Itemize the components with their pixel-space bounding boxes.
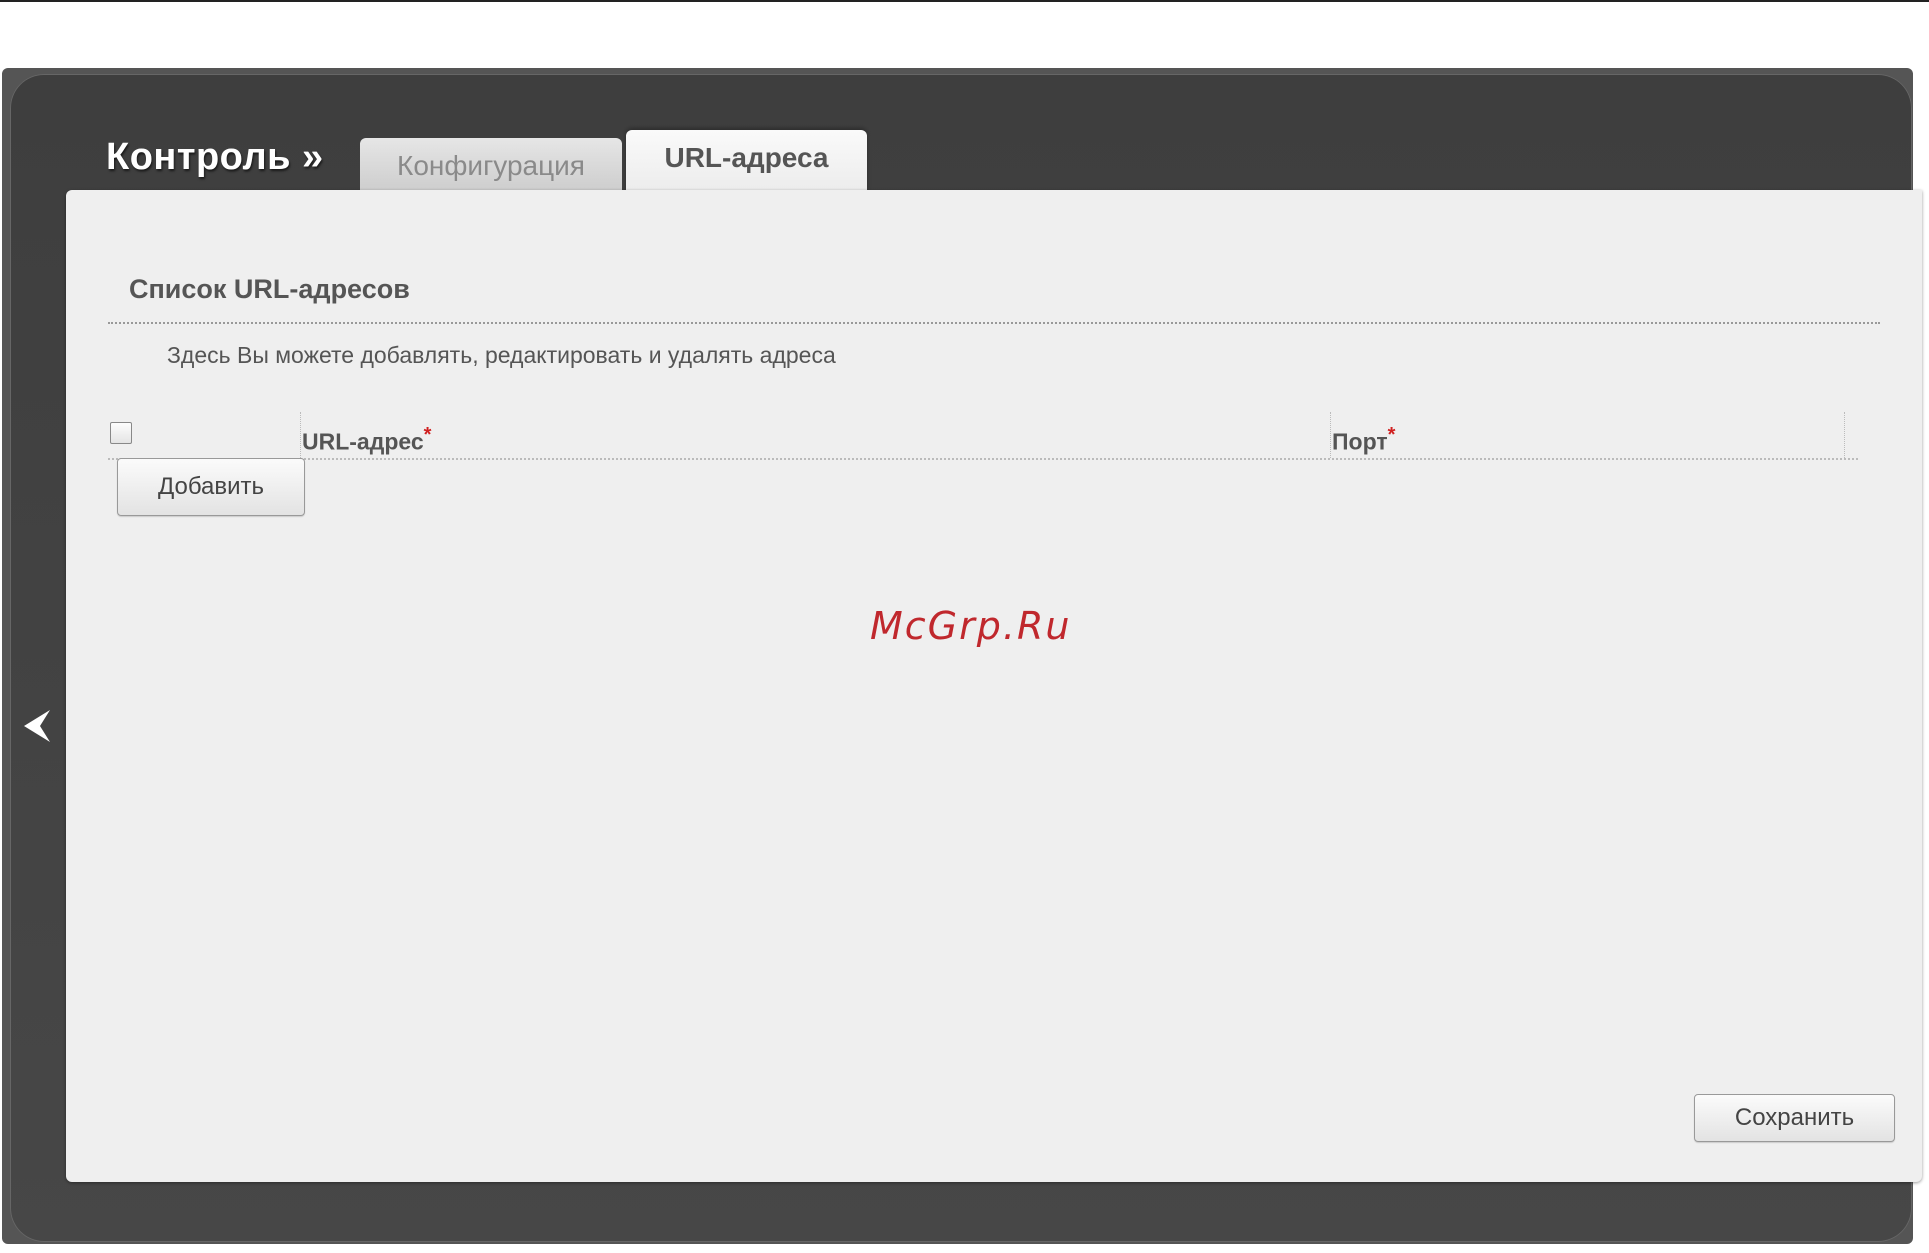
- content-panel: [66, 190, 1922, 1182]
- required-mark: *: [423, 424, 432, 446]
- url-table-header: URL-адрес* Порт*: [108, 412, 1858, 460]
- column-header-url-label: URL-адрес: [302, 428, 424, 455]
- required-mark: *: [1387, 424, 1396, 446]
- select-all-checkbox[interactable]: [110, 422, 132, 444]
- add-button[interactable]: Добавить: [117, 458, 305, 516]
- top-rule: [0, 0, 1929, 2]
- section-title: Контроль »: [106, 136, 324, 178]
- column-header-url: URL-адрес*: [302, 424, 431, 456]
- heading-divider: [108, 322, 1880, 324]
- watermark: McGrp.Ru: [870, 604, 1072, 648]
- column-divider: [1330, 412, 1331, 458]
- tab-url-addresses[interactable]: URL-адреса: [626, 130, 867, 192]
- panel-description: Здесь Вы можете добавлять, редактировать…: [167, 342, 836, 368]
- save-button[interactable]: Сохранить: [1694, 1094, 1895, 1142]
- chevron-left-icon[interactable]: [20, 706, 54, 746]
- column-header-port: Порт*: [1332, 424, 1395, 456]
- column-divider: [1844, 412, 1845, 458]
- tab-configuration[interactable]: Конфигурация: [360, 138, 622, 192]
- column-header-port-label: Порт: [1332, 428, 1388, 455]
- column-divider: [300, 412, 301, 458]
- panel-heading: Список URL-адресов: [129, 274, 410, 304]
